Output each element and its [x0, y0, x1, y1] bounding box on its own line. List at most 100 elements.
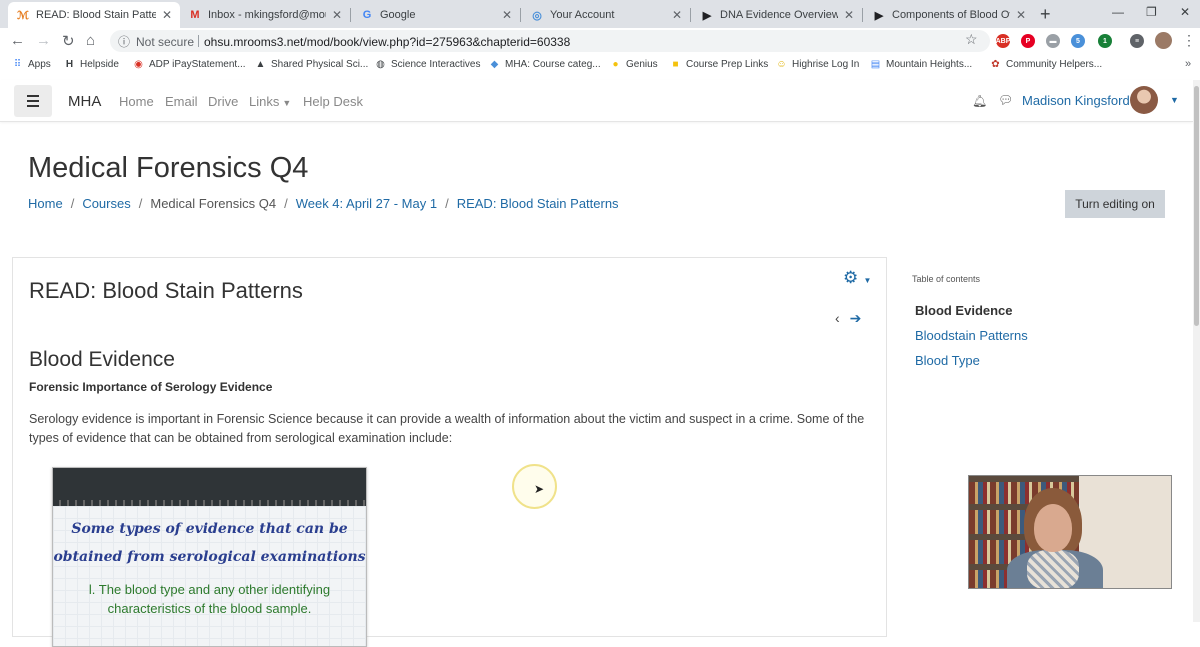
close-icon[interactable]: ✕	[672, 8, 682, 22]
drop-icon: ◆	[490, 59, 499, 70]
scrollbar-thumb[interactable]	[1194, 86, 1199, 326]
bookmark-course-prep-links[interactable]: ■ Course Prep Links	[670, 59, 768, 70]
previous-chapter-icon[interactable]: ‹	[835, 310, 840, 326]
close-icon[interactable]: ✕	[332, 8, 342, 22]
hamburger-menu-icon[interactable]	[14, 85, 52, 117]
bookmark-helpside[interactable]: H Helpside	[64, 59, 119, 70]
person-scarf	[1027, 550, 1079, 588]
user-avatar[interactable]	[1130, 86, 1158, 114]
bookmark-genius[interactable]: ● Genius	[610, 59, 657, 70]
tab-inbox[interactable]: M Inbox - mkingsford@mount ✕	[180, 2, 350, 28]
person-face	[1034, 504, 1072, 552]
tab-separator	[862, 8, 863, 22]
bookmark-apps[interactable]: ⠿ Apps	[12, 59, 51, 70]
bookmarks-bar: ⠿ Apps H Helpside ◉ ADP iPayStatement... ▲ S…	[0, 56, 1200, 76]
profile-avatar[interactable]	[1155, 32, 1172, 49]
site-brand[interactable]: MHA	[68, 93, 101, 110]
breadcrumb-home[interactable]: Home	[28, 196, 63, 211]
chapter-navigation: ‹ ➔	[835, 310, 861, 327]
tab-separator	[690, 8, 691, 22]
bookmark-science-interactives[interactable]: ◍ Science Interactives	[375, 59, 480, 70]
tab-your-account[interactable]: ◎ Your Account ✕	[522, 2, 690, 28]
breadcrumb-week[interactable]: Week 4: April 27 - May 1	[296, 196, 437, 211]
minimize-icon[interactable]: —	[1112, 5, 1124, 19]
mouse-cursor-icon: ➤	[534, 482, 545, 496]
divider	[198, 35, 199, 47]
smile-icon: ☺	[776, 59, 787, 70]
tab-components-of-blood[interactable]: ▶ Components of Blood Overv ✕	[864, 2, 1034, 28]
chevron-down-icon[interactable]: ▼	[1170, 95, 1179, 105]
adblock-icon[interactable]: ABP	[996, 34, 1010, 48]
evidence-image: Some types of evidence that can be obtai…	[52, 467, 367, 647]
community-icon: ✿	[991, 59, 1000, 70]
nav-home[interactable]: Home	[119, 94, 154, 109]
pinterest-icon[interactable]: P	[1021, 34, 1035, 48]
extension-icon[interactable]: ▬	[1046, 34, 1060, 48]
bookmark-highrise[interactable]: ☺ Highrise Log In	[776, 59, 859, 70]
close-icon[interactable]: ✕	[844, 8, 854, 22]
image-heading: Some types of evidence that can be obtai…	[53, 521, 366, 565]
extension-icon[interactable]: 5	[1071, 34, 1085, 48]
doc-icon: ▤	[870, 59, 881, 70]
folder-icon: ■	[672, 59, 679, 70]
tab-dna-evidence[interactable]: ▶ DNA Evidence Overview ✕	[692, 2, 862, 28]
browser-menu-icon[interactable]: ⋮	[1182, 32, 1196, 49]
moodle-icon: ℳ	[17, 9, 29, 22]
bookmark-community-helpers[interactable]: ✿ Community Helpers...	[990, 59, 1102, 70]
adp-icon: ◉	[134, 59, 143, 70]
bookmark-mountain-heights[interactable]: ▤ Mountain Heights...	[870, 59, 972, 70]
close-icon[interactable]: ✕	[502, 8, 512, 22]
cap-icon: ▲	[255, 59, 266, 70]
messages-icon[interactable]: 💬︎	[998, 93, 1013, 107]
book-content-card: READ: Blood Stain Patterns ⚙ ▼ ‹ ➔ Blood…	[12, 257, 887, 647]
bookmark-shared-physical-sci[interactable]: ▲ Shared Physical Sci...	[255, 59, 369, 70]
browser-toolbar: ← → ↻ ⌂ ⓘ Not secure ohsu.mrooms3.net/mo…	[0, 28, 1200, 54]
toc-item-bloodstain-patterns[interactable]: Bloodstain Patterns	[915, 328, 1028, 343]
bell-icon[interactable]: 🔔︎	[972, 94, 987, 108]
nav-drive[interactable]: Drive	[208, 94, 238, 109]
new-tab-icon[interactable]: +	[1040, 4, 1051, 25]
turn-editing-on-button[interactable]: Turn editing on	[1065, 190, 1165, 218]
user-name[interactable]: Madison Kingsford	[1022, 93, 1130, 108]
nav-help-desk[interactable]: Help Desk	[303, 94, 363, 109]
chevron-down-icon: ▼	[282, 98, 292, 108]
bookmark-star-icon[interactable]: ☆	[965, 31, 978, 48]
subsection-title: Forensic Importance of Serology Evidence	[29, 380, 273, 394]
bookmark-adp[interactable]: ◉ ADP iPayStatement...	[133, 59, 245, 70]
close-icon[interactable]: ✕	[1016, 8, 1026, 22]
forward-icon[interactable]: →	[36, 32, 51, 49]
toc-item-blood-type[interactable]: Blood Type	[915, 353, 980, 368]
media-icon[interactable]: ≡	[1130, 34, 1144, 48]
breadcrumb-courses[interactable]: Courses	[82, 196, 130, 211]
tab-separator	[350, 8, 351, 22]
window-close-icon[interactable]: ✕	[1180, 5, 1190, 19]
breadcrumb-current[interactable]: READ: Blood Stain Patterns	[457, 196, 619, 211]
gear-icon[interactable]: ⚙ ▼	[843, 268, 871, 288]
home-icon[interactable]: ⌂	[86, 32, 95, 49]
apps-icon: ⠿	[13, 59, 22, 70]
tab-read-blood-stain[interactable]: ℳ READ: Blood Stain Patterns: F ✕	[8, 2, 180, 28]
breadcrumb-separator: /	[445, 196, 449, 211]
address-bar[interactable]: ⓘ Not secure ohsu.mrooms3.net/mod/book/v…	[110, 30, 990, 52]
tab-google[interactable]: G Google ✕	[352, 2, 520, 28]
play-icon: ▶	[702, 9, 712, 22]
maximize-icon[interactable]: ❐	[1146, 5, 1157, 19]
next-chapter-icon[interactable]: ➔	[850, 310, 862, 326]
more-bookmarks-icon[interactable]: »	[1185, 58, 1191, 70]
nav-email[interactable]: Email	[165, 94, 198, 109]
tab-separator	[520, 8, 521, 22]
image-top-band	[53, 468, 366, 506]
reload-icon[interactable]: ↻	[62, 32, 75, 50]
bookmark-mha-course[interactable]: ◆ MHA: Course categ...	[489, 59, 601, 70]
play-icon: ▶	[874, 9, 884, 22]
chevron-down-icon: ▼	[861, 276, 872, 285]
webcam-overlay	[968, 475, 1172, 589]
back-icon[interactable]: ←	[10, 32, 25, 49]
info-icon[interactable]: ⓘ	[118, 33, 130, 50]
nav-links[interactable]: Links ▼	[249, 94, 291, 109]
security-status: Not secure	[136, 35, 195, 49]
extension-icon[interactable]: 1	[1098, 34, 1112, 48]
close-icon[interactable]: ✕	[162, 8, 172, 22]
url-text[interactable]: ohsu.mrooms3.net/mod/book/view.php?id=27…	[204, 35, 570, 49]
globe-icon: ◍	[376, 59, 385, 70]
